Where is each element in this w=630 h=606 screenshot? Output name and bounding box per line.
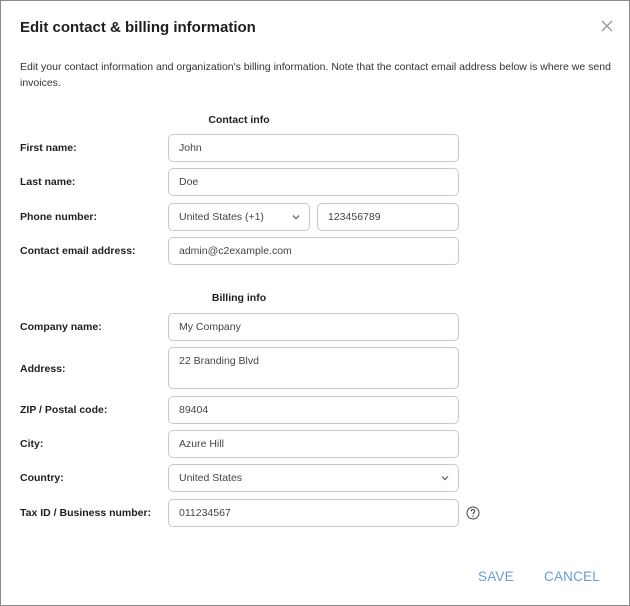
company-name-label: Company name: [20,321,102,333]
tax-id-value: 011234567 [179,507,231,519]
first-name-input[interactable]: John [168,134,459,162]
first-name-value: John [179,142,202,154]
zip-input[interactable]: 89404 [168,396,459,424]
phone-country-select[interactable]: United States (+1) [168,203,310,231]
edit-contact-billing-dialog: Edit contact & billing information Edit … [0,0,630,606]
address-textarea[interactable]: 22 Branding Blvd [168,347,459,389]
close-icon[interactable] [598,17,616,35]
save-button[interactable]: SAVE [478,569,514,584]
company-name-input[interactable]: My Company [168,313,459,341]
last-name-input[interactable]: Doe [168,168,459,196]
company-name-value: My Company [179,321,241,333]
city-label: City: [20,438,44,450]
first-name-label: First name: [20,142,77,154]
address-value: 22 Branding Blvd [179,355,259,367]
help-icon[interactable] [466,506,480,520]
email-value: admin@c2example.com [179,245,292,257]
zip-value: 89404 [179,404,209,416]
tax-id-label: Tax ID / Business number: [20,507,152,519]
chevron-down-icon [441,476,449,481]
city-value: Azure Hill [179,438,224,450]
country-label: Country: [20,472,64,484]
zip-label: ZIP / Postal code: [20,404,108,416]
last-name-label: Last name: [20,176,76,188]
dialog-description: Edit your contact information and organi… [20,61,611,89]
phone-number-value: 123456789 [328,211,381,223]
phone-number-label: Phone number: [20,211,98,223]
city-input[interactable]: Azure Hill [168,430,459,458]
cancel-button[interactable]: CANCEL [544,569,600,584]
dialog-title: Edit contact & billing information [20,19,256,36]
contact-info-heading: Contact info [208,114,270,126]
billing-info-heading: Billing info [211,292,267,304]
last-name-value: Doe [179,176,199,188]
phone-number-input[interactable]: 123456789 [317,203,459,231]
country-value: United States [179,472,243,484]
country-select[interactable]: United States [168,464,459,492]
email-input[interactable]: admin@c2example.com [168,237,459,265]
tax-id-input[interactable]: 011234567 [168,499,459,527]
email-label: Contact email address: [20,245,136,257]
chevron-down-icon [292,215,300,220]
address-label: Address: [20,363,66,375]
phone-country-value: United States (+1) [179,211,264,223]
